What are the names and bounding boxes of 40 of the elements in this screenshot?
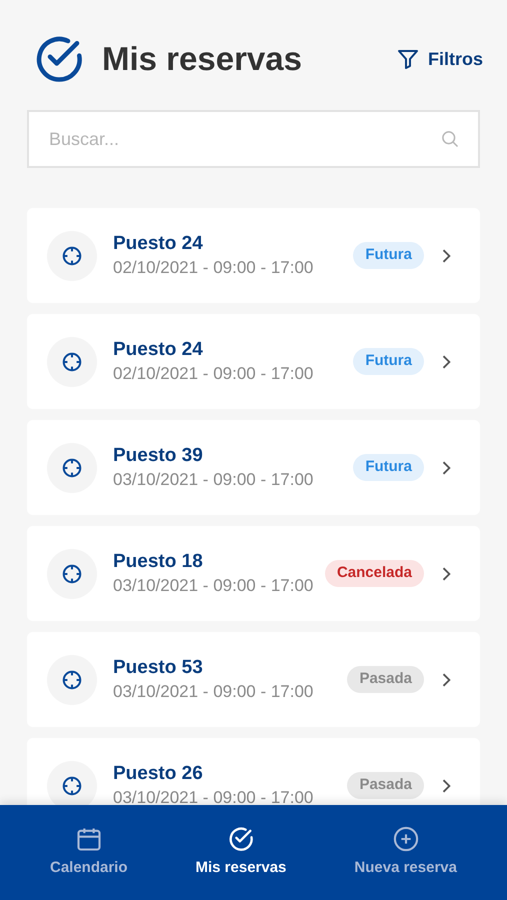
reservation-card[interactable]: Puesto 26 03/10/2021 - 09:00 - 17:00 Pasada — [27, 738, 480, 805]
reservation-datetime: 03/10/2021 - 09:00 - 17:00 — [113, 786, 314, 805]
reservation-datetime: 03/10/2021 - 09:00 - 17:00 — [113, 468, 314, 490]
reservation-card[interactable]: Puesto 18 03/10/2021 - 09:00 - 17:00 Cancelada — [27, 526, 480, 621]
reservation-datetime: 03/10/2021 - 09:00 - 17:00 — [113, 574, 314, 596]
reservation-title: Puesto 24 — [113, 338, 204, 362]
crosshair-icon — [61, 456, 83, 478]
status-badge: Futura — [353, 242, 424, 269]
reservation-title: Puesto 39 — [113, 444, 204, 468]
reservation-title: Puesto 53 — [113, 656, 204, 680]
plus-circle-icon — [392, 825, 420, 854]
nav-tab[interactable]: Mis reservas — [196, 825, 286, 880]
nav-tab[interactable]: Calendario — [50, 825, 128, 880]
check-circle-icon — [226, 825, 255, 854]
crosshair-icon — [61, 244, 83, 266]
reservation-datetime: 02/10/2021 - 09:00 - 17:00 — [113, 256, 314, 278]
search-field[interactable]: Buscar... — [27, 110, 480, 168]
nav-tab[interactable]: Nueva reserva — [354, 825, 457, 880]
crosshair-icon — [61, 562, 83, 584]
reservation-card[interactable]: Puesto 24 02/10/2021 - 09:00 - 17:00 Futura — [27, 208, 480, 303]
status-badge: Pasada — [347, 772, 424, 799]
status-badge: Futura — [353, 348, 424, 375]
crosshair-icon — [61, 774, 83, 796]
filter-icon — [396, 47, 420, 71]
reservation-card[interactable]: Puesto 39 03/10/2021 - 09:00 - 17:00 Futura — [27, 420, 480, 515]
crosshair-icon — [61, 668, 83, 690]
search-icon — [440, 129, 460, 149]
status-badge: Cancelada — [324, 560, 424, 587]
reservation-card[interactable]: Puesto 24 02/10/2021 - 09:00 - 17:00 Futura — [27, 314, 480, 409]
reservation-datetime: 03/10/2021 - 09:00 - 17:00 — [113, 680, 314, 702]
reservation-card[interactable]: Puesto 53 03/10/2021 - 09:00 - 17:00 Pasada — [27, 632, 480, 727]
page-title: Mis reservas — [102, 39, 302, 80]
crosshair-icon — [61, 350, 83, 372]
filter-button[interactable]: Filtros — [396, 46, 483, 72]
status-badge: Futura — [353, 454, 424, 481]
reservation-title: Puesto 26 — [113, 762, 204, 786]
reservation-datetime: 02/10/2021 - 09:00 - 17:00 — [113, 362, 314, 384]
status-badge: Pasada — [347, 666, 424, 693]
reservation-title: Puesto 24 — [113, 232, 204, 256]
reservation-title: Puesto 18 — [113, 550, 204, 574]
